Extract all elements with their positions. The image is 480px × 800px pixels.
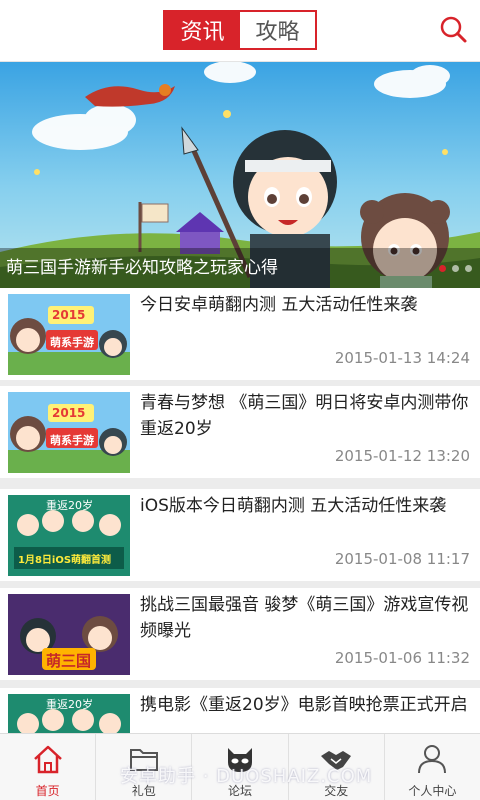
tab-news[interactable]: 资讯	[165, 12, 240, 48]
news-list: 2015 萌系手游 今日安卓萌翻内测 五大活动任性来袭 2015-01-13 1…	[0, 288, 480, 733]
carousel-dot[interactable]	[452, 265, 459, 272]
news-date: 2015-01-12 13:20	[334, 447, 470, 465]
news-thumbnail: 萌三国	[8, 594, 130, 675]
thumb-badge: 2015	[52, 308, 86, 322]
tab-gifts[interactable]: 礼包	[96, 734, 193, 800]
carousel-dot[interactable]	[465, 265, 472, 272]
news-item[interactable]: 重返20岁 1月8日iOS萌翻首测 iOS版本今日萌翻内测 五大活动任性来袭 2…	[0, 489, 480, 581]
user-icon	[418, 745, 447, 774]
tab-friends[interactable]: 交友	[289, 734, 385, 800]
news-title: 今日安卓萌翻内测 五大活动任性来袭	[140, 295, 418, 315]
news-item[interactable]: 萌三国 挑战三国最强音 骏梦《萌三国》游戏宣传视频曝光 2015-01-06 1…	[0, 588, 480, 680]
bottom-tab-bar: 首页 礼包 论坛 交友 个人中心	[0, 733, 480, 800]
news-title: 挑战三国最强音 骏梦《萌三国》游戏宣传视频曝光	[140, 595, 469, 641]
search-button[interactable]	[436, 12, 472, 48]
tab-profile-label: 个人中心	[408, 784, 457, 798]
category-segmented-control: 资讯 攻略	[163, 10, 317, 50]
top-header: 资讯 攻略	[0, 0, 480, 62]
news-thumbnail: 重返20岁 1月8日iOS萌翻首测	[8, 495, 130, 576]
folder-icon	[129, 749, 158, 771]
home-icon	[33, 745, 62, 774]
news-title: iOS版本今日萌翻内测 五大活动任性来袭	[140, 496, 447, 516]
news-title: 青春与梦想 《萌三国》明日将安卓内测带你重返20岁	[140, 393, 469, 439]
thumb-text: 萌系手游	[50, 434, 94, 447]
tab-home-label: 首页	[35, 784, 60, 798]
news-thumbnail: 2015 萌系手游	[8, 392, 130, 473]
handshake-icon	[321, 751, 352, 770]
banner-caption: 萌三国手游新手必知攻略之玩家心得	[6, 258, 278, 278]
tab-guides[interactable]: 攻略	[240, 12, 315, 48]
search-icon	[440, 16, 467, 43]
carousel-dot[interactable]	[439, 265, 446, 272]
app-screen: 资讯 攻略 萌三国手游新手必知攻略之玩家心得 2015 萌系手游 今日安卓萌翻内…	[0, 0, 480, 800]
news-item[interactable]: 重返20岁 携电影《重返20岁》电影首映抢票正式开启	[0, 688, 480, 733]
banner-carousel[interactable]: 萌三国手游新手必知攻略之玩家心得	[0, 62, 480, 288]
thumb-text: 1月8日iOS萌翻首测	[18, 555, 112, 566]
news-date: 2015-01-13 14:24	[334, 349, 470, 367]
tab-forum-label: 论坛	[228, 784, 253, 798]
thumb-badge: 2015	[52, 406, 86, 420]
news-thumbnail: 重返20岁	[8, 694, 130, 733]
thumb-text: 萌三国	[46, 652, 92, 670]
news-item[interactable]: 2015 萌系手游 青春与梦想 《萌三国》明日将安卓内测带你重返20岁 2015…	[0, 386, 480, 478]
thumb-badge: 重返20岁	[46, 698, 93, 711]
carousel-indicator	[439, 265, 472, 272]
news-date: 2015-01-08 11:17	[334, 550, 470, 568]
tab-gifts-label: 礼包	[131, 784, 156, 798]
news-title: 携电影《重返20岁》电影首映抢票正式开启	[140, 695, 468, 715]
thumb-badge: 重返20岁	[46, 499, 93, 512]
tab-forum[interactable]: 论坛	[192, 734, 289, 800]
tab-profile[interactable]: 个人中心	[385, 734, 480, 800]
tab-home[interactable]: 首页	[0, 734, 97, 800]
news-thumbnail: 2015 萌系手游	[8, 294, 130, 375]
tab-friends-label: 交友	[324, 784, 349, 798]
forum-mask-icon	[228, 748, 252, 772]
news-date: 2015-01-06 11:32	[334, 649, 470, 667]
news-item[interactable]: 2015 萌系手游 今日安卓萌翻内测 五大活动任性来袭 2015-01-13 1…	[0, 288, 480, 380]
thumb-text: 萌系手游	[50, 336, 94, 349]
